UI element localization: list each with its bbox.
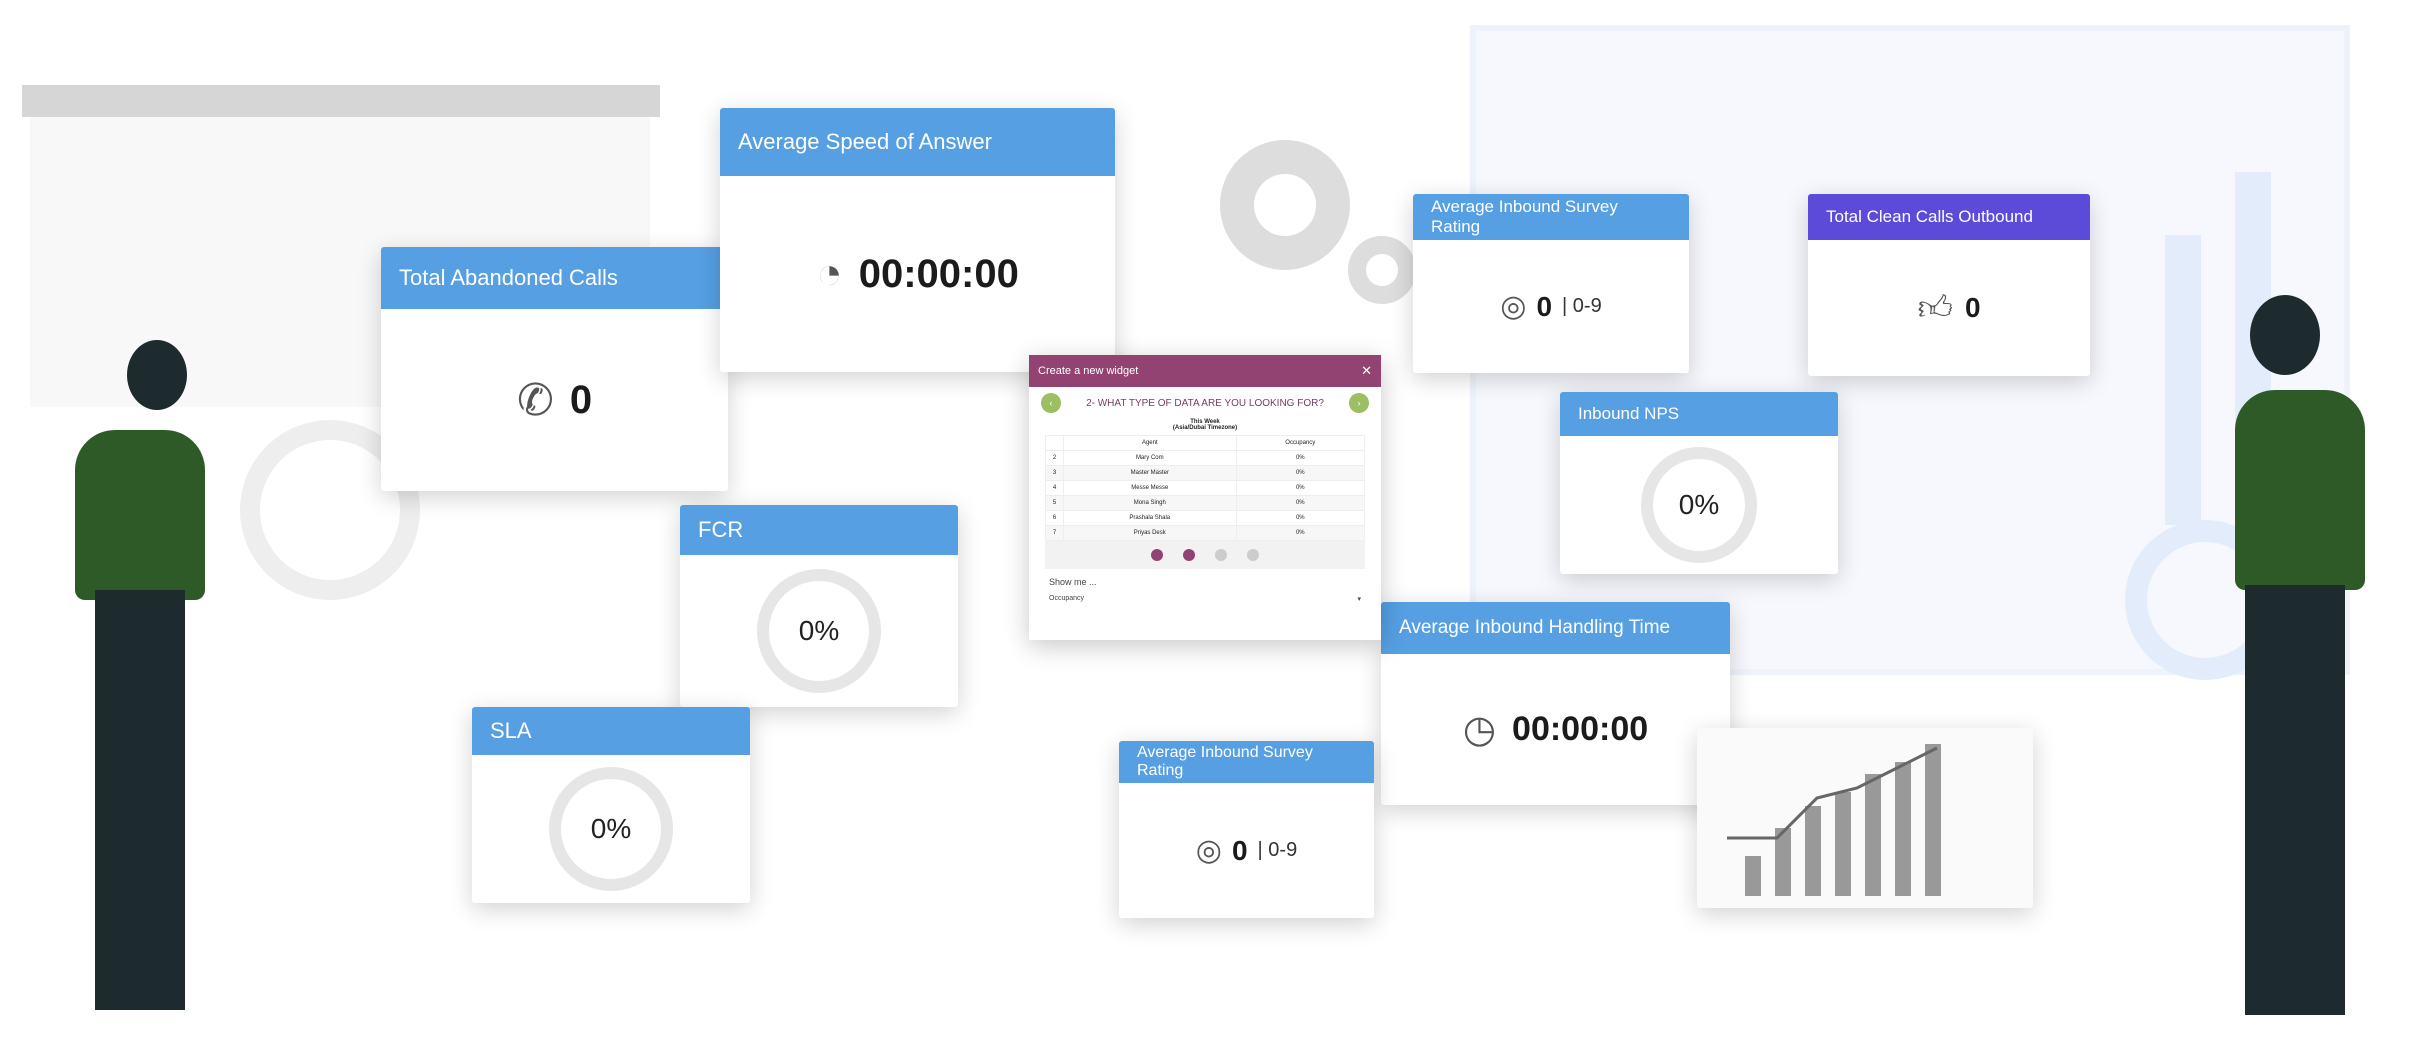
widget-average-inbound-handling-time[interactable]: Average Inbound Handling Time ◷ 00:00:00 — [1381, 602, 1730, 805]
table-cell: Messe Messe — [1062, 480, 1237, 496]
table-cell: Prashala Shala — [1062, 510, 1237, 526]
widget-fcr[interactable]: FCR 0% — [680, 505, 958, 707]
step-forward-icon[interactable] — [1215, 549, 1227, 561]
column-header: Agent — [1062, 435, 1237, 451]
prev-button[interactable]: ‹ — [1041, 393, 1061, 413]
chevron-down-icon: ▾ — [1357, 596, 1361, 603]
table-cell: Mona Singh — [1062, 495, 1237, 511]
woman-illustration — [75, 340, 265, 1030]
widget-value: 0 — [1536, 290, 1553, 322]
widget-value: 0 — [569, 377, 593, 422]
growth-chart-illustration — [1697, 728, 2033, 908]
show-me-label: Show me ... — [1049, 577, 1097, 587]
table-cell: 0% — [1235, 525, 1366, 541]
growth-chart-svg — [1727, 744, 1941, 896]
phone-missed-icon: ✆ — [516, 375, 554, 425]
rating-icon: ◎ — [1500, 290, 1527, 323]
table-cell: 0% — [1235, 510, 1366, 526]
widget-total-clean-calls-outbound[interactable]: Total Clean Calls Outbound 👍︎ 0 — [1808, 194, 2090, 376]
select-value: Occupancy — [1049, 595, 1085, 602]
widget-title: Average Inbound Handling Time — [1381, 602, 1730, 654]
step-filter-icon[interactable] — [1247, 549, 1259, 561]
modal-header: Create a new widget ✕ — [1029, 355, 1381, 387]
table-row: 4 Messe Messe 0% — [1045, 480, 1366, 496]
man-illustration — [2170, 295, 2390, 1025]
widget-title: Total Clean Calls Outbound — [1808, 194, 2090, 240]
next-button[interactable]: › — [1348, 393, 1369, 413]
create-widget-modal[interactable]: Create a new widget ✕ ‹ 2- WHAT TYPE OF … — [1029, 355, 1381, 640]
widget-average-inbound-survey-rating[interactable]: Average Inbound Survey Rating ◎ 0 | 0-9 — [1119, 741, 1374, 918]
table-cell: 0% — [1235, 495, 1366, 511]
table-cell: 0% — [1235, 480, 1366, 496]
fcr-gauge: 0% — [757, 569, 881, 693]
table-row: 2 Mary Com 0% — [1045, 450, 1366, 466]
widget-title: Total Abandoned Calls — [381, 247, 728, 309]
widget-sla[interactable]: SLA 0% — [472, 707, 750, 903]
table-cell: 0% — [1235, 465, 1366, 481]
widget-total-abandoned-calls[interactable]: Total Abandoned Calls ✆ 0 — [381, 247, 728, 491]
widget-title: Average Inbound Survey Rating — [1119, 741, 1374, 783]
table-cell: 0% — [1235, 450, 1366, 466]
sla-gauge: 0% — [549, 767, 673, 891]
table-row: 6 Prashala Shala 0% — [1045, 510, 1366, 526]
table-cell: 2 — [1045, 450, 1064, 466]
table-cell: 7 — [1045, 525, 1064, 541]
widget-range: | 0-9 — [1257, 839, 1298, 861]
agent-table: Agent Occupancy 2 Mary Com 0% 3 Master Master 0… — [1045, 435, 1366, 541]
timer-icon: ◔ — [816, 249, 843, 298]
table-cell: 3 — [1045, 465, 1064, 481]
table-cell: Priyas Desk — [1062, 525, 1237, 541]
widget-value: 0 — [1231, 834, 1248, 866]
step-done-icon[interactable] — [1151, 549, 1163, 561]
table-cell: 4 — [1045, 480, 1064, 496]
widget-title: Inbound NPS — [1560, 392, 1838, 436]
table-row: 3 Master Master 0% — [1045, 465, 1366, 481]
column-header: Occupancy — [1235, 435, 1366, 451]
gear-icon — [1220, 140, 1350, 270]
timezone-label: (Asia/Dubai Timezone) — [1172, 425, 1238, 431]
column-header — [1045, 435, 1064, 451]
table-cell: Mary Com — [1062, 450, 1237, 466]
widget-value: 0 — [1964, 292, 1981, 323]
widget-inbound-nps[interactable]: Inbound NPS 0% — [1560, 392, 1838, 574]
table-row: 5 Mona Singh 0% — [1045, 495, 1366, 511]
nps-gauge: 0% — [1641, 447, 1757, 563]
table-cell: 6 — [1045, 510, 1064, 526]
background-panel-left — [22, 85, 660, 117]
widget-average-inbound-survey-rating[interactable]: Average Inbound Survey Rating ◎ 0 | 0-9 — [1413, 194, 1689, 373]
widget-average-speed-of-answer[interactable]: Average Speed of Answer ◔ 00:00:00 — [720, 108, 1115, 372]
table-cell: 5 — [1045, 495, 1064, 511]
modal-title: Create a new widget — [1038, 365, 1139, 377]
phone-clock-icon: ◷ — [1462, 709, 1497, 751]
gear-icon — [1348, 236, 1416, 304]
stepper — [1045, 541, 1365, 569]
table-cell: Master Master — [1062, 465, 1237, 481]
step-view-icon[interactable] — [1183, 549, 1195, 561]
widget-range: | 0-9 — [1562, 295, 1602, 317]
widget-value: 00:00:00 — [1512, 710, 1649, 748]
widget-title: SLA — [472, 707, 750, 755]
question-heading: 2- WHAT TYPE OF DATA ARE YOU LOOKING FOR… — [1086, 397, 1324, 409]
widget-title: Average Inbound Survey Rating — [1413, 194, 1689, 240]
rating-icon: ◎ — [1195, 834, 1222, 867]
widget-title: FCR — [680, 505, 958, 555]
widget-title: Average Speed of Answer — [720, 108, 1115, 176]
widget-value: 00:00:00 — [858, 251, 1019, 296]
data-select[interactable]: Occupancy ▾ — [1029, 595, 1381, 603]
table-row: 7 Priyas Desk 0% — [1045, 525, 1366, 541]
thumbs-up-icon: 👍︎ — [1917, 288, 1953, 327]
close-icon[interactable]: ✕ — [1361, 363, 1372, 379]
